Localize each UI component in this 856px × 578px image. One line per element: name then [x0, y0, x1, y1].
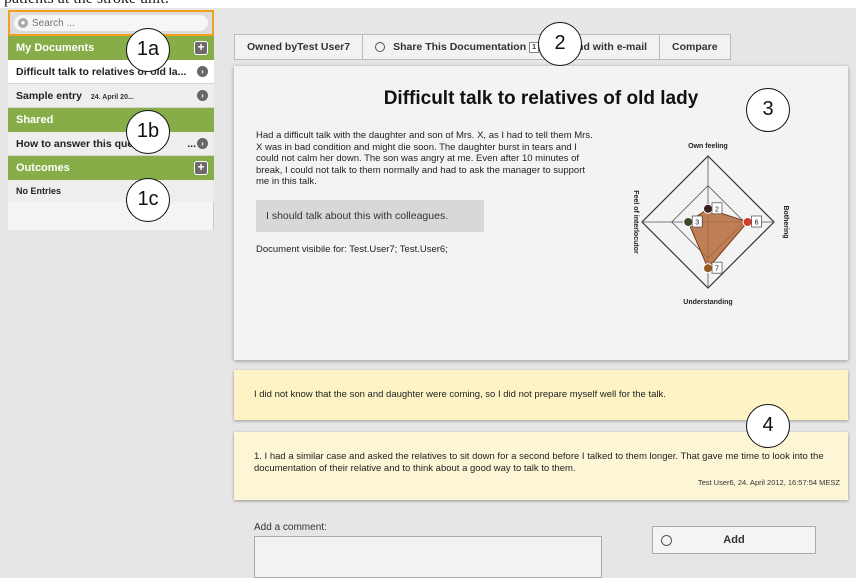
- sidebar-item-date: 24. April 20...: [90, 94, 134, 101]
- document-note: I should talk about this with colleagues…: [256, 200, 484, 232]
- document-body: Had a difficult talk with the daughter a…: [256, 130, 593, 187]
- sidebar-item-label: Sample entry: [16, 90, 82, 102]
- sidebar-item-ellipsis: ...: [187, 138, 196, 150]
- caption-text: patients at the stroke unit.: [4, 0, 169, 8]
- search-icon: ●: [18, 18, 28, 28]
- sidebar-item-difficult-talk[interactable]: Difficult talk to relatives of old la...…: [8, 60, 214, 84]
- radar-axis-label-feel-of-interlocutor: Feel of interlocutor: [632, 190, 639, 254]
- radar-point: [742, 217, 753, 227]
- radar-axis-label-bothering: Bothering: [782, 205, 789, 238]
- chevron-right-icon[interactable]: ›: [197, 138, 208, 149]
- add-document-button[interactable]: +: [194, 41, 208, 55]
- search-input[interactable]: [32, 17, 192, 29]
- comment-input[interactable]: [254, 536, 602, 578]
- share-documentation-button[interactable]: Share This Documentation 1 nd with e-mai…: [362, 34, 661, 60]
- section-shared[interactable]: Shared: [8, 108, 214, 132]
- radar-point-label: 7: [715, 266, 719, 273]
- sidebar-item-sample-entry[interactable]: Sample entry 24. April 20... ›: [8, 84, 214, 108]
- search-bar: ●: [8, 10, 214, 36]
- radar-chart: 2 6 7 3 Own feeling Bothering Understanding Fee…: [632, 143, 789, 306]
- sidebar-item-how-to-answer[interactable]: How to answer this question? ... ›: [8, 132, 214, 156]
- comment-text: 1. I had a similar case and asked the re…: [254, 451, 824, 474]
- comment-text: I did not know that the son and daughter…: [254, 389, 666, 400]
- chevron-right-icon[interactable]: ›: [197, 90, 208, 101]
- section-my-documents-label: My Documents: [16, 42, 95, 54]
- section-my-documents[interactable]: My Documents +: [8, 36, 214, 60]
- document-toolbar: Owned byTest User7 Share This Documentat…: [234, 34, 731, 60]
- chevron-right-icon[interactable]: ›: [197, 66, 208, 77]
- add-comment-button[interactable]: Add: [652, 526, 816, 554]
- share-icon: [375, 42, 386, 52]
- section-shared-label: Shared: [16, 114, 54, 126]
- callout-4: 4: [746, 404, 790, 448]
- comment-meta: Test User6, 24. April 2012, 16:57:54 MES…: [697, 478, 840, 487]
- radar-point: [703, 203, 713, 214]
- section-outcomes-label: Outcomes: [16, 162, 70, 174]
- send-email-label: nd with e-mail: [577, 41, 648, 53]
- share-label: Share This Documentation: [393, 41, 527, 53]
- radar-point-label: 3: [695, 220, 699, 227]
- callout-3: 3: [746, 88, 790, 132]
- callout-1a: 1a: [126, 28, 170, 72]
- callout-1c: 1c: [126, 178, 170, 222]
- radar-axis-label-own-feeling: Own feeling: [688, 143, 728, 150]
- search-field-wrapper: ●: [14, 15, 208, 31]
- radar-point-label: 6: [755, 220, 759, 227]
- radar-point: [703, 263, 713, 274]
- sidebar: ● My Documents + Difficult talk to relat…: [8, 10, 214, 230]
- radar-point: [683, 217, 694, 227]
- compare-button[interactable]: Compare: [659, 34, 731, 60]
- add-button-label: Add: [723, 534, 745, 546]
- document-visibility: Document visibile for: Test.User7; Test.…: [256, 244, 448, 255]
- add-outcome-button[interactable]: +: [194, 161, 208, 175]
- radar-point-label: 2: [715, 206, 719, 213]
- owned-by-button[interactable]: Owned byTest User7: [234, 34, 364, 60]
- add-comment-label: Add a comment:: [254, 522, 327, 533]
- radar-axis-label-understanding: Understanding: [683, 299, 732, 306]
- add-icon: [661, 535, 672, 546]
- outcomes-empty-text: No Entries: [8, 180, 214, 202]
- callout-2: 2: [538, 22, 582, 66]
- section-outcomes[interactable]: Outcomes +: [8, 156, 214, 180]
- callout-1b: 1b: [126, 110, 170, 154]
